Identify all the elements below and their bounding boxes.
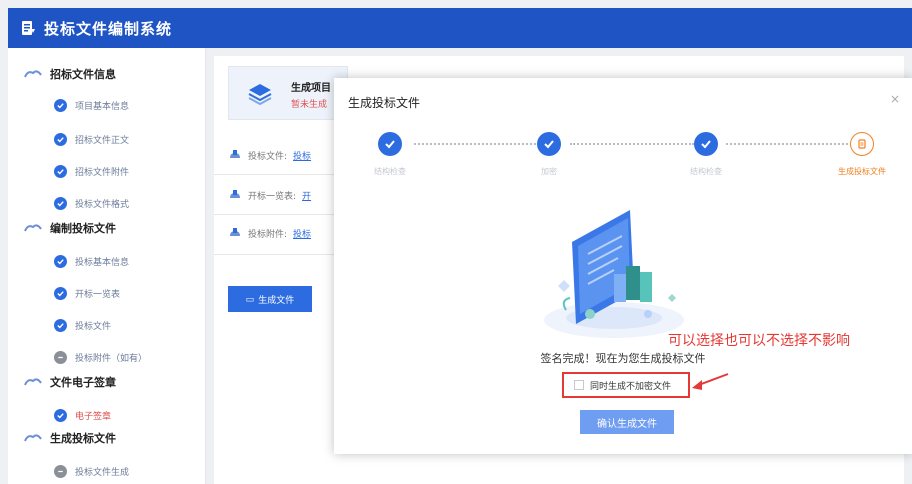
row-label: 投标附件:: [248, 229, 288, 240]
check-icon: [378, 132, 402, 156]
generate-file-button[interactable]: ▭ 生成文件: [228, 286, 312, 312]
bid-file-link[interactable]: 投标: [293, 149, 311, 162]
divider: [214, 214, 344, 215]
cloud-arrow-icon: [24, 70, 42, 78]
folder-icon: ▭: [245, 293, 255, 304]
check-circle-icon: [54, 132, 67, 146]
check-circle-icon: [54, 286, 67, 300]
sidebar-section-label: 招标文件信息: [50, 68, 116, 81]
sidebar-item-bid-file[interactable]: 投标文件: [54, 316, 111, 334]
file-cloud-icon: [230, 228, 240, 236]
sidebar-section-label: 文件电子签章: [50, 376, 116, 389]
sidebar-section-label: 生成投标文件: [50, 432, 116, 445]
sidebar-item-bid-generation[interactable]: 投标文件生成: [54, 462, 129, 480]
sidebar-item-label: 投标文件格式: [75, 199, 130, 210]
bid-attachment-row: 投标附件: 投标: [228, 226, 311, 240]
file-cloud-icon: [230, 190, 240, 198]
row-label: 投标文件:: [248, 151, 288, 162]
step-label: 结构检查: [374, 167, 406, 176]
cloud-arrow-icon: [24, 378, 42, 386]
divider: [214, 174, 344, 175]
step-structure-check-2: 结构检查: [690, 132, 722, 176]
generate-card-status: 暂未生成: [291, 100, 328, 110]
sidebar-section-label: 编制投标文件: [50, 222, 116, 235]
sidebar: 招标文件信息 项目基本信息 招标文件正文 招标文件附件 投标文件格式 编制投标文…: [8, 48, 206, 484]
sidebar-item-label: 投标文件生成: [75, 467, 130, 478]
sidebar-section-generate-bid[interactable]: 生成投标文件: [24, 428, 116, 448]
sidebar-item-bid-format[interactable]: 投标文件格式: [54, 194, 129, 212]
sidebar-item-opening-list[interactable]: 开标一览表: [54, 284, 120, 302]
annotation-text: 可以选择也可以不选择不影响: [668, 333, 850, 349]
sidebar-item-e-seal[interactable]: 电子签章: [54, 406, 111, 424]
check-circle-icon: [54, 98, 67, 112]
check-circle-icon: [54, 164, 67, 178]
step-label: 结构检查: [690, 167, 722, 176]
sidebar-item-project-info[interactable]: 项目基本信息: [54, 96, 129, 114]
sidebar-item-tender-body[interactable]: 招标文件正文: [54, 130, 129, 148]
stack-layers-icon: [248, 84, 272, 106]
sidebar-item-bid-attachment[interactable]: 投标附件（如有）: [54, 348, 147, 366]
arrow-pointer-icon: [692, 373, 729, 390]
sidebar-item-label: 电子签章: [75, 411, 112, 422]
sidebar-section-compile-bid[interactable]: 编制投标文件: [24, 218, 116, 238]
document-step-icon: [850, 132, 874, 156]
cloud-arrow-icon: [24, 224, 42, 232]
check-icon: [537, 132, 561, 156]
sidebar-item-label: 招标文件正文: [75, 135, 130, 146]
sidebar-item-label: 项目基本信息: [75, 101, 130, 112]
check-circle-icon: [54, 408, 67, 422]
sidebar-section-tender-info[interactable]: 招标文件信息: [24, 64, 116, 84]
opening-list-row: 开标一览表: 开: [228, 188, 311, 202]
document-logo-icon: [22, 21, 35, 35]
cloud-arrow-icon: [24, 434, 42, 442]
dialog-title: 生成投标文件: [348, 96, 421, 110]
document-illustration: [544, 210, 684, 338]
sidebar-item-tender-attachment[interactable]: 招标文件附件: [54, 162, 129, 180]
step-generate-bid: 生成投标文件: [838, 132, 886, 176]
sidebar-item-label: 开标一览表: [75, 289, 121, 300]
generate-status-card: 生成项目 暂未生成: [228, 66, 348, 120]
step-connector: [414, 143, 536, 145]
confirm-generate-button[interactable]: 确认生成文件: [580, 410, 674, 434]
step-connector: [570, 143, 694, 145]
sidebar-item-bid-basic-info[interactable]: 投标基本信息: [54, 252, 129, 270]
signature-complete-text: 签名完成！现在为您生成投标文件: [540, 352, 706, 365]
step-encrypt: 加密: [537, 132, 561, 176]
sidebar-item-label: 投标文件: [75, 321, 112, 332]
unencrypted-option[interactable]: 同时生成不加密文件: [562, 372, 690, 398]
check-circle-icon: [54, 254, 67, 268]
generate-card-title: 生成项目: [291, 83, 331, 94]
app-title: 投标文件编制系统: [44, 19, 173, 38]
check-circle-icon: [54, 196, 67, 210]
sidebar-item-label: 投标附件（如有）: [75, 353, 148, 364]
row-label: 开标一览表:: [248, 191, 297, 202]
step-label: 生成投标文件: [838, 167, 886, 176]
app-header: 投标文件编制系统: [8, 8, 912, 48]
unencrypted-checkbox[interactable]: [574, 380, 584, 390]
generate-file-label: 生成文件: [258, 294, 295, 305]
generate-bid-dialog: 生成投标文件 × 结构检查 加密 结构检查 生成投标文件 签名完成！现在为您生成…: [334, 78, 912, 454]
bid-attachment-link[interactable]: 投标: [293, 227, 311, 240]
check-circle-icon: [54, 318, 67, 332]
step-label: 加密: [541, 167, 557, 176]
checkbox-label: 同时生成不加密文件: [590, 381, 672, 392]
opening-list-link[interactable]: 开: [302, 189, 311, 202]
pending-circle-icon: [54, 464, 67, 478]
divider: [214, 254, 344, 255]
sidebar-item-label: 投标基本信息: [75, 257, 130, 268]
step-structure-check-1: 结构检查: [374, 132, 406, 176]
check-icon: [694, 132, 718, 156]
step-connector: [726, 143, 848, 145]
close-icon[interactable]: ×: [888, 92, 902, 106]
file-cloud-icon: [230, 150, 240, 158]
sidebar-item-label: 招标文件附件: [75, 167, 130, 178]
pending-circle-icon: [54, 350, 67, 364]
bid-file-row: 投标文件: 投标: [228, 148, 311, 162]
sidebar-section-e-signature[interactable]: 文件电子签章: [24, 372, 116, 392]
